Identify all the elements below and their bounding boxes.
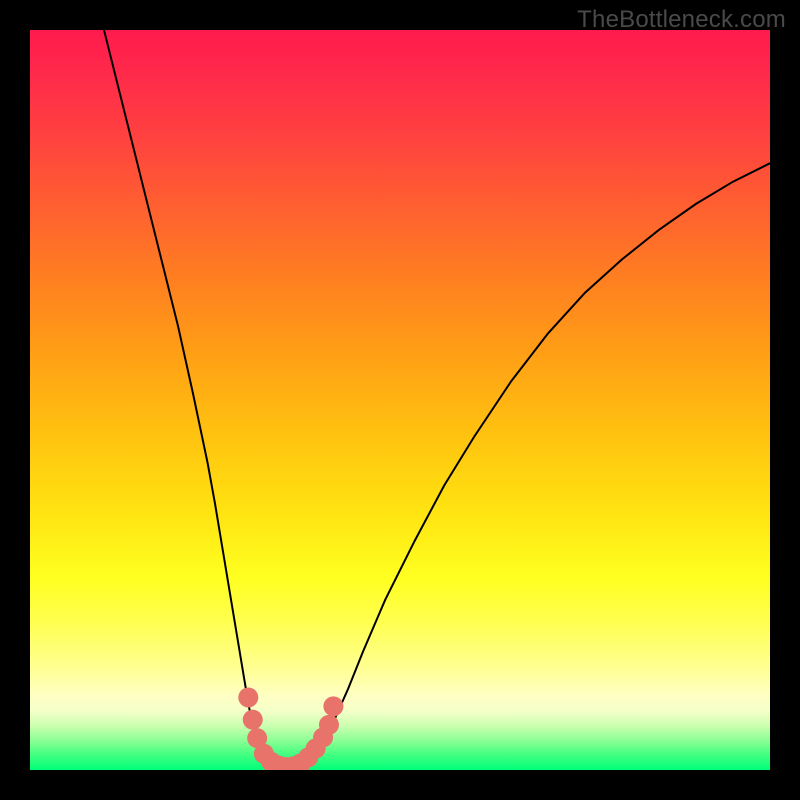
plot-area xyxy=(30,30,770,770)
chart-frame: TheBottleneck.com xyxy=(0,0,800,800)
gradient-background xyxy=(30,30,770,770)
